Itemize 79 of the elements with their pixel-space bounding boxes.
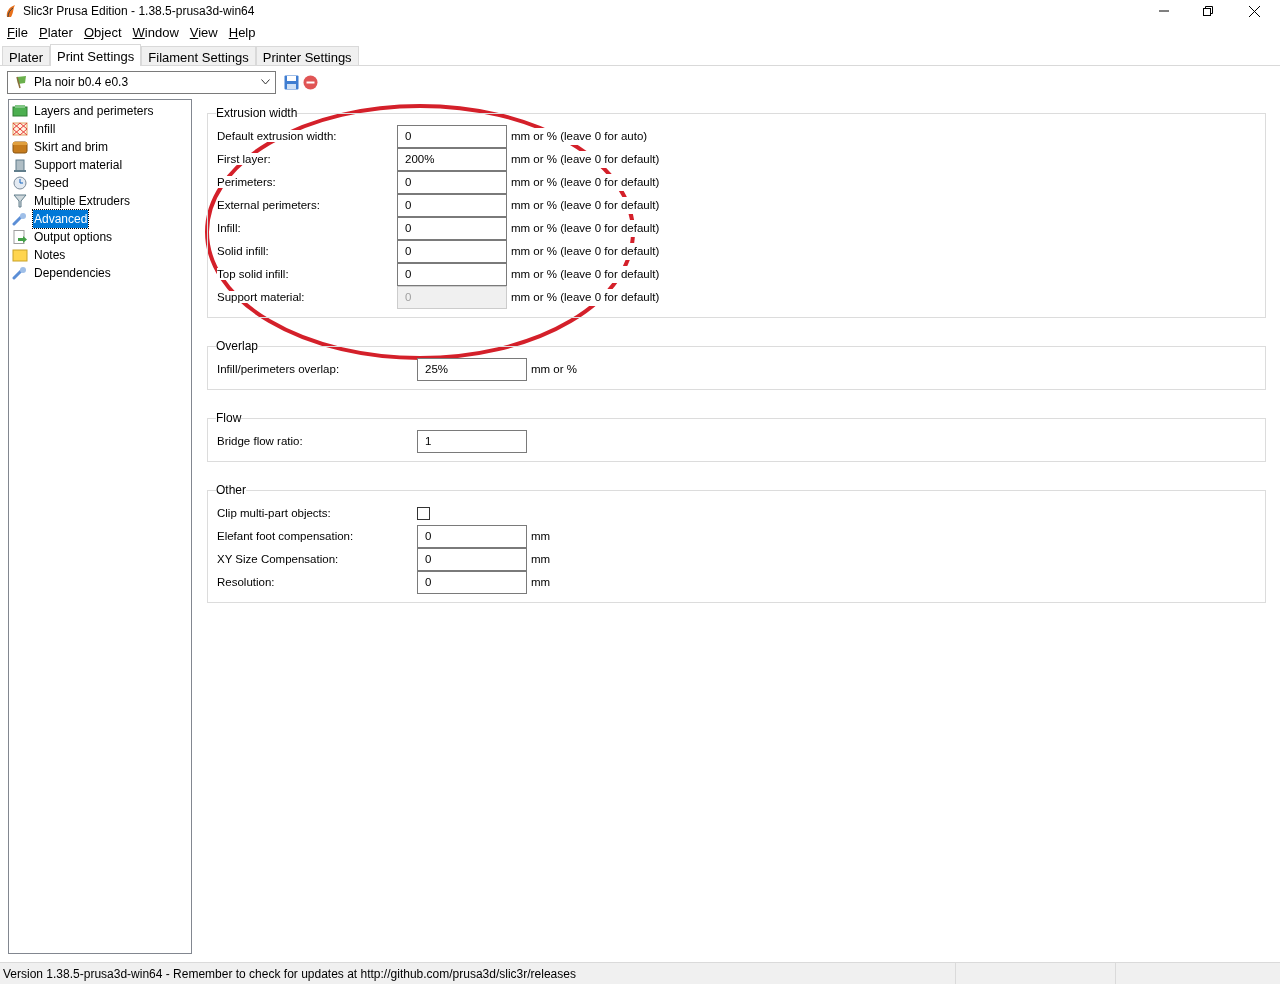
field-label: First layer: (217, 152, 271, 165)
funnel-icon (12, 194, 28, 208)
status-text: Version 1.38.5-prusa3d-win64 - Remember to check for updates at http://github.com/prusa3d/slic3r/releases (2, 965, 577, 983)
field-label: External perimeters: (217, 198, 320, 211)
tab[interactable]: Plater (2, 46, 50, 65)
sidebar-item[interactable]: Advanced (33, 210, 89, 228)
group-title: Overlap (216, 339, 259, 353)
tab[interactable]: Print Settings (49, 44, 142, 66)
sidebar-item[interactable]: Notes (33, 246, 67, 264)
menu-item[interactable]: File (3, 23, 32, 43)
sidebar-item[interactable]: Support material (33, 156, 124, 174)
menu-item[interactable]: Object (79, 23, 126, 43)
unit-label: mm or % (leave 0 for default) (511, 288, 660, 307)
sidebar-item[interactable]: Skirt and brim (33, 138, 110, 156)
unit-label: mm or % (leave 0 for default) (511, 196, 660, 215)
chevron-down-icon (261, 79, 270, 85)
unit-label: mm or % (leave 0 for auto) (511, 127, 648, 146)
preset-dropdown[interactable]: Pla noir b0.4 e0.3 (7, 70, 276, 94)
delete-icon[interactable] (303, 74, 318, 90)
group-title: Extrusion width (216, 106, 298, 120)
sidebar-item[interactable]: Speed (33, 174, 70, 192)
unit-label: mm or % (leave 0 for default) (511, 150, 660, 169)
flag-icon (14, 75, 28, 89)
checkbox[interactable] (417, 507, 430, 520)
menu-item[interactable]: Help (224, 23, 260, 43)
input-field[interactable]: 0 (417, 571, 527, 594)
input-field[interactable]: 0 (397, 125, 507, 148)
unit-label: mm or % (leave 0 for default) (511, 219, 660, 238)
menu-item[interactable]: View (185, 23, 222, 43)
wrench-icon (12, 266, 28, 280)
field-label: Clip multi-part objects: (217, 506, 331, 519)
clock-icon (12, 176, 28, 190)
tab[interactable]: Filament Settings (141, 46, 256, 65)
field-label: Infill: (217, 221, 241, 234)
diamond-grid-icon (12, 122, 28, 136)
input-field[interactable]: 0 (397, 194, 507, 217)
group-title: Other (216, 483, 246, 497)
box-icon (12, 140, 28, 154)
field-label: Solid infill: (217, 244, 269, 257)
menu-item[interactable]: Window (128, 23, 183, 43)
app-logo-icon (5, 4, 17, 18)
wrench-icon (12, 212, 28, 226)
field-label: XY Size Compensation: (217, 552, 339, 565)
field-label: Elefant foot compensation: (217, 529, 354, 542)
input-field[interactable]: 0 (417, 548, 527, 571)
input-field[interactable]: 0 (397, 217, 507, 240)
input-field[interactable]: 200% (397, 148, 507, 171)
input-field[interactable]: 0 (397, 171, 507, 194)
note-icon (12, 248, 28, 262)
field-label: Bridge flow ratio: (217, 434, 303, 447)
window-title: Slic3r Prusa Edition - 1.38.5-prusa3d-win64 (23, 3, 255, 20)
save-icon[interactable] (284, 74, 299, 90)
input-field[interactable]: 0 (397, 240, 507, 263)
field-label: Support material: (217, 290, 305, 303)
input-field[interactable]: 0 (397, 263, 507, 286)
unit-label: mm or % (leave 0 for default) (511, 173, 660, 192)
layers-icon (12, 104, 28, 118)
input-field[interactable]: 1 (417, 430, 527, 453)
input-field[interactable]: 0 (417, 525, 527, 548)
unit-label: mm or % (leave 0 for default) (511, 265, 660, 284)
close-icon[interactable] (1249, 5, 1260, 17)
field-label: Resolution: (217, 575, 275, 588)
sidebar-item[interactable]: Layers and perimeters (33, 102, 155, 120)
group-title: Flow (216, 411, 242, 425)
tab[interactable]: Printer Settings (255, 46, 359, 65)
field-label: Default extrusion width: (217, 129, 337, 142)
sidebar-item[interactable]: Multiple Extruders (33, 192, 132, 210)
field-label: Top solid infill: (217, 267, 289, 280)
preset-value: Pla noir b0.4 e0.3 (34, 74, 129, 91)
field-label: Infill/perimeters overlap: (217, 362, 340, 375)
sidebar-item[interactable]: Dependencies (33, 264, 112, 282)
menu-item[interactable]: Plater (34, 23, 77, 43)
tower-icon (12, 158, 28, 172)
restore-icon[interactable] (1203, 6, 1213, 16)
input-field[interactable]: 25% (417, 358, 527, 381)
sidebar-item[interactable]: Output options (33, 228, 114, 246)
field-label: Perimeters: (217, 175, 276, 188)
unit-label: mm or % (leave 0 for default) (511, 242, 660, 261)
sidebar-item[interactable]: Infill (33, 120, 57, 138)
